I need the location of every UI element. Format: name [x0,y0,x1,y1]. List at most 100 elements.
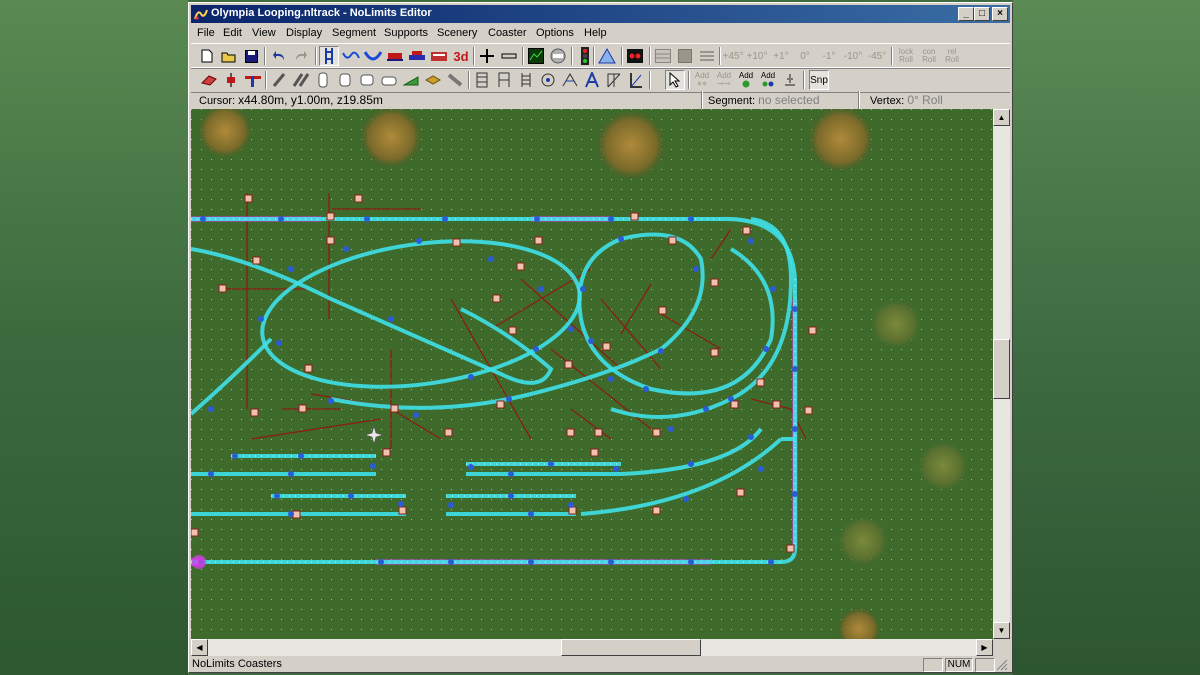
toolbar-separator [649,47,651,65]
roll-minus-1-button[interactable]: -1° [819,46,839,66]
track-start-marker[interactable] [192,555,206,569]
add-tree-button[interactable]: Add [736,70,756,90]
menu-edit[interactable]: Edit [223,27,242,39]
info-separator [701,91,703,109]
column-short-icon[interactable] [335,70,355,90]
traffic-light-icon[interactable] [575,46,595,66]
new-file-icon[interactable] [197,46,217,66]
status-text: NoLimits Coasters [192,658,282,670]
test-run-icon[interactable] [625,46,645,66]
curve-track-icon[interactable] [341,46,361,66]
vertical-scrollbar[interactable]: ▲ ▼ [993,109,1010,639]
ramp-icon[interactable] [401,70,421,90]
add-scenery-button[interactable]: Add [758,70,778,90]
support-angle-icon[interactable] [626,70,646,90]
track-segments-icon[interactable] [319,46,339,66]
horizontal-scroll-thumb[interactable] [561,639,701,656]
vertex-readout: Vertex: 0° Roll [870,92,943,108]
menu-file[interactable]: File [197,27,215,39]
support-lattice-icon[interactable] [604,70,624,90]
menu-display[interactable]: Display [286,27,322,39]
heartline-graph-icon[interactable] [526,46,546,66]
editor-window: Olympia Looping.nltrack - NoLimits Edito… [188,2,1013,673]
scroll-down-arrow-icon[interactable]: ▼ [993,622,1010,639]
resize-grip-icon[interactable] [996,659,1008,671]
footer-icon[interactable] [379,70,399,90]
station-icon[interactable] [407,46,427,66]
view-3d-button[interactable]: 3d [451,46,471,66]
toolbar-separator [265,71,267,89]
grey-box-icon[interactable] [675,46,695,66]
support-tower-icon[interactable] [472,70,492,90]
support-frame-icon[interactable] [494,70,514,90]
brake-icon[interactable] [429,46,449,66]
block-beam-icon[interactable] [423,70,443,90]
maximize-button[interactable]: □ [974,7,990,21]
vertex-label: Vertex: [870,95,905,107]
toolbar-separator [522,47,524,65]
column-icon[interactable] [313,70,333,90]
supports-triangle-icon[interactable] [597,46,617,66]
roll-plus-10-button[interactable]: +10° [747,46,768,66]
scroll-up-arrow-icon[interactable]: ▲ [993,109,1010,126]
snap-toggle-button[interactable]: Snp [809,70,829,90]
menu-coaster[interactable]: Coaster [488,27,527,39]
scroll-right-arrow-icon[interactable]: ▶ [976,639,993,656]
support-ladder-icon[interactable] [516,70,536,90]
roll-minus-45-button[interactable]: -45° [867,46,887,66]
add-beam-icon: ⊸⊸ [717,79,731,88]
remove-vertex-icon[interactable] [499,46,519,66]
menu-supports[interactable]: Supports [384,27,428,39]
valley-track-icon[interactable] [363,46,383,66]
eraser-icon[interactable] [199,70,219,90]
menu-segment[interactable]: Segment [332,27,376,39]
menu-options[interactable]: Options [536,27,574,39]
info-separator [858,91,860,109]
menu-scenery[interactable]: Scenery [437,27,477,39]
table-view-icon[interactable] [653,46,673,66]
scroll-left-arrow-icon[interactable]: ◀ [191,639,208,656]
roll-zero-button[interactable]: 0° [795,46,815,66]
horizontal-scrollbar[interactable]: ◀ ▶ [191,639,993,656]
vertex-value: 0° Roll [907,93,943,107]
train-icon[interactable] [385,46,405,66]
status-bar: NoLimits Coasters NUM [191,657,1010,672]
menu-view[interactable]: View [252,27,276,39]
toolbar-separator [473,47,475,65]
toolbar-main: 3d +45° +10° +1° 0° -1° -10° -45° lock R… [191,43,1010,69]
support-catwalk-icon[interactable] [560,70,580,90]
beam-icon[interactable] [269,70,289,90]
support-wheel-icon[interactable] [538,70,558,90]
support-a-frame-icon[interactable] [582,70,602,90]
con-roll-button[interactable]: con Roll [918,46,940,66]
add-beam-button[interactable]: Add ⊸⊸ [714,70,734,90]
menu-help[interactable]: Help [584,27,607,39]
roll-plus-45-button[interactable]: +45° [723,46,744,66]
insert-vertex-icon[interactable] [477,46,497,66]
scroll-corner [993,639,1010,656]
select-pointer-icon[interactable] [665,70,685,90]
undo-icon[interactable] [269,46,289,66]
rel-roll-button[interactable]: rel Roll [941,46,963,66]
column-wide-icon[interactable] [357,70,377,90]
roll-minus-10-button[interactable]: -10° [843,46,863,66]
vertical-scroll-thumb[interactable] [993,339,1010,399]
lock-roll-button[interactable]: lock Roll [895,46,917,66]
roll-plus-1-button[interactable]: +1° [771,46,791,66]
minimize-button[interactable]: _ [958,7,974,21]
support-tee-icon[interactable] [243,70,263,90]
save-icon[interactable] [241,46,261,66]
ground-anchor-icon[interactable] [780,70,800,90]
diagonal-beam-icon[interactable] [445,70,465,90]
align-icon[interactable] [697,46,717,66]
open-folder-icon[interactable] [219,46,239,66]
redo-icon[interactable] [291,46,311,66]
add-support-button[interactable]: Add ⋄⋄ [692,70,712,90]
track-top-view[interactable] [191,109,993,639]
support-node-icon[interactable] [221,70,241,90]
double-beam-icon[interactable] [291,70,311,90]
block-icon[interactable] [548,46,568,66]
title-bar[interactable]: Olympia Looping.nltrack - NoLimits Edito… [191,5,1010,23]
track-editor-canvas[interactable] [191,109,993,639]
close-button[interactable]: × [992,7,1008,21]
